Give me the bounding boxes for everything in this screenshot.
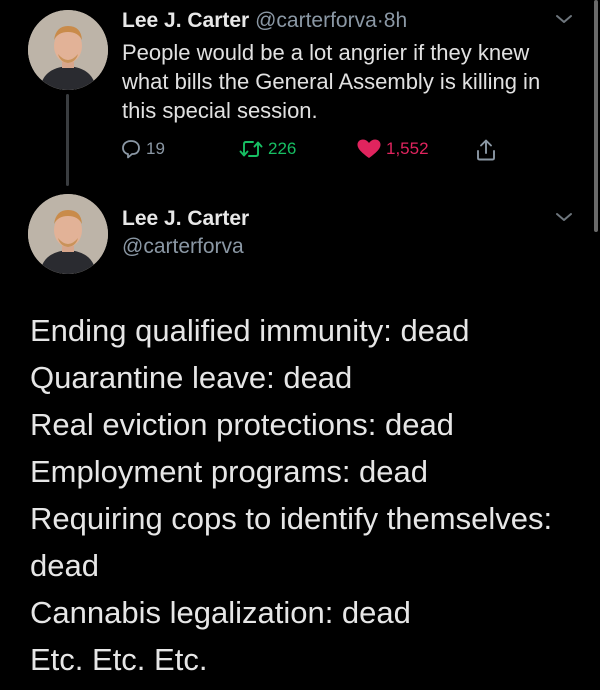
author-name[interactable]: Lee J. Carter (122, 9, 249, 32)
tweet-line: Cannabis legalization: dead (30, 595, 411, 630)
reply-button[interactable]: 19 (120, 138, 165, 160)
reply-count: 19 (146, 139, 165, 158)
separator-dot: · (376, 9, 384, 32)
retweet-icon (239, 141, 263, 157)
reply-icon (122, 140, 140, 159)
tweet-line: Ending qualified immunity: dead (30, 313, 470, 348)
avatar[interactable] (28, 10, 108, 90)
tweet-line: Etc. Etc. Etc. (30, 642, 208, 677)
share-button[interactable] (474, 138, 502, 162)
author-handle[interactable]: @carterforva (122, 233, 249, 261)
heart-icon (357, 139, 381, 158)
tweet-line: Requiring cops to identify themselves: (30, 501, 553, 536)
avatar[interactable] (28, 194, 108, 274)
chevron-down-icon[interactable] (554, 9, 574, 29)
tweet-text: People would be a lot angrier if they kn… (122, 40, 541, 123)
retweet-button[interactable]: 226 (238, 138, 296, 160)
tweet-timestamp[interactable]: 8h (384, 9, 407, 32)
retweet-count: 226 (268, 139, 297, 158)
tweet-line: Employment programs: dead (30, 454, 429, 489)
tweet-text: Ending qualified immunity: dead Quaranti… (30, 307, 590, 683)
like-button[interactable]: 1,552 (356, 138, 429, 160)
tweet-header: Lee J. Carter @carterforva (122, 205, 249, 261)
like-count: 1,552 (386, 139, 429, 158)
parent-tweet[interactable]: Lee J. Carter @carterforva·8h People wou… (0, 0, 600, 190)
tweet-header: Lee J. Carter @carterforva·8h (122, 8, 407, 34)
author-handle[interactable]: @carterforva (255, 9, 377, 32)
tweet-actions: 19 226 1,552 (0, 138, 600, 166)
tweet-line: Quarantine leave: dead (30, 360, 353, 395)
tweet-line: dead (30, 548, 99, 583)
chevron-down-icon[interactable] (554, 207, 574, 227)
tweet-line: Real eviction protections: dead (30, 407, 454, 442)
share-icon (477, 139, 495, 161)
author-name[interactable]: Lee J. Carter (122, 205, 249, 233)
